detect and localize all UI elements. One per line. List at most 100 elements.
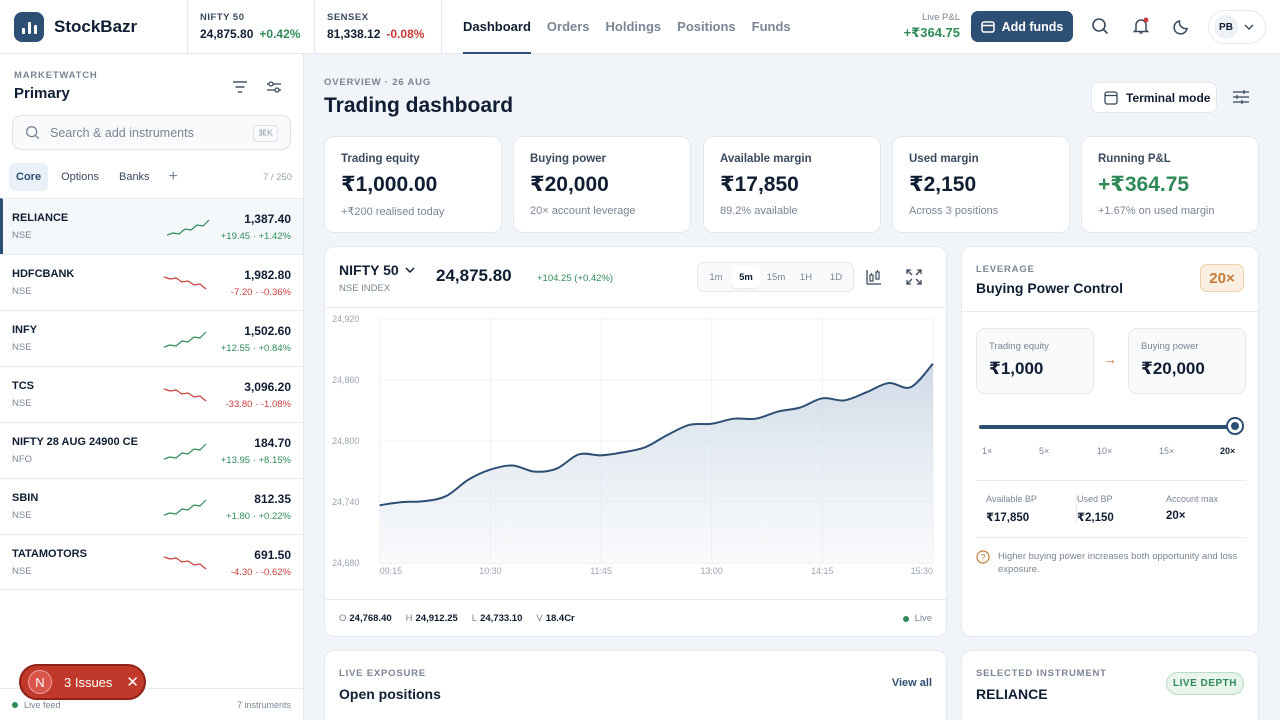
tab-banks[interactable]: Banks: [112, 163, 157, 191]
watchlist: RELIANCE NSE 1,387.40 +19.45 · +1.42% HDFCBA…: [0, 198, 303, 590]
brand[interactable]: StockBazr: [0, 0, 188, 54]
nav-positions[interactable]: Positions: [677, 0, 736, 54]
index-sensex[interactable]: SENSEX 81,338.12 -0.08%: [315, 0, 442, 54]
lev-1x[interactable]: 1×: [982, 446, 992, 456]
selected-label: SELECTED INSTRUMENT: [976, 668, 1107, 679]
tf-5m[interactable]: 5m: [731, 266, 761, 288]
tf-1h[interactable]: 1H: [791, 266, 821, 288]
lev-15x[interactable]: 15×: [1159, 446, 1174, 456]
issues-toast[interactable]: N 3 Issues ✕: [19, 664, 146, 700]
logo-icon: [14, 11, 44, 42]
main-nav: Dashboard Orders Holdings Positions Fund…: [463, 0, 807, 54]
watchlist-row[interactable]: SBIN NSE 812.35 +1.80 · +0.22%: [0, 478, 303, 534]
card-value: ₹1,000.00: [341, 173, 438, 196]
instrument-change: +13.95 · +8.15%: [220, 455, 291, 466]
lev-20x[interactable]: 20×: [1220, 446, 1235, 456]
search-icon[interactable]: [1089, 15, 1111, 37]
view-all-link[interactable]: View all: [892, 677, 932, 689]
x-tick-label: 10:30: [479, 566, 501, 576]
watchlist-row[interactable]: NIFTY 28 AUG 24900 CE NFO 184.70 +13.95 · +…: [0, 422, 303, 478]
nav-dashboard[interactable]: Dashboard: [463, 0, 531, 54]
tf-15m[interactable]: 15m: [761, 266, 791, 288]
equity-label: Trading equity: [989, 341, 1049, 352]
instrument-exchange: NSE: [12, 566, 32, 577]
power-label: Buying power: [1141, 341, 1199, 352]
card-sub: 89.2% available: [720, 205, 798, 217]
selected-instrument-panel: SELECTED INSTRUMENT RELIANCE LIVE DEPTH: [961, 650, 1259, 720]
card-used-margin[interactable]: Used margin ₹2,150 Across 3 positions: [892, 136, 1070, 233]
stat-account-max: Account max 20×: [1166, 494, 1219, 522]
tf-1m[interactable]: 1m: [701, 266, 731, 288]
card-label: Running P&L: [1098, 153, 1171, 165]
watchlist-row[interactable]: RELIANCE NSE 1,387.40 +19.45 · +1.42%: [0, 198, 303, 254]
power-value: ₹20,000: [1141, 359, 1205, 378]
instrument-exchange: NSE: [12, 342, 32, 353]
card-value: ₹20,000: [530, 173, 609, 196]
watchlist-row[interactable]: HDFCBANK NSE 1,982.80 -7.20 · -0.36%: [0, 254, 303, 310]
instrument-symbol: TATAMOTORS: [12, 548, 87, 560]
customize-icon[interactable]: [1232, 89, 1250, 105]
card-sub: +₹200 realised today: [341, 206, 445, 218]
card-label: Trading equity: [341, 153, 420, 165]
card-value: +₹364.75: [1098, 173, 1190, 196]
instrument-exchange: NSE: [12, 398, 32, 409]
card-label: Available margin: [720, 153, 812, 165]
watchlist-tabs: Core Options Banks +: [9, 163, 190, 191]
add-tab-icon[interactable]: +: [163, 164, 184, 190]
instrument-exchange: NSE: [12, 230, 32, 241]
x-tick-label: 14:15: [811, 566, 833, 576]
card-label: Used margin: [909, 153, 979, 165]
index-name: NIFTY 50: [200, 11, 245, 23]
card-trading-equity[interactable]: Trading equity ₹1,000.00 +₹200 realised …: [324, 136, 502, 233]
x-tick-label: 15:30: [911, 566, 933, 576]
watchlist-row[interactable]: TCS NSE 3,096.20 -33.80 · -1.08%: [0, 366, 303, 422]
y-tick-label: 24,860: [332, 375, 359, 385]
terminal-icon: [1104, 90, 1118, 105]
expand-icon[interactable]: [905, 268, 923, 286]
chart-symbol-select[interactable]: NIFTY 50: [339, 262, 415, 278]
card-running-pl[interactable]: Running P&L +₹364.75 +1.67% on used marg…: [1081, 136, 1259, 233]
instrument-symbol: TCS: [12, 380, 34, 392]
sparkline: [164, 556, 207, 570]
card-available-margin[interactable]: Available margin ₹17,850 89.2% available: [703, 136, 881, 233]
nav-funds[interactable]: Funds: [752, 0, 791, 54]
watchlist-row[interactable]: INFY NSE 1,502.60 +12.55 · +0.84%: [0, 310, 303, 366]
card-buying-power[interactable]: Buying power ₹20,000 20× account leverag…: [513, 136, 691, 233]
close-icon[interactable]: ✕: [126, 673, 139, 691]
instrument-search[interactable]: Search & add instruments ⌘K: [12, 115, 291, 150]
nav-holdings[interactable]: Holdings: [606, 0, 662, 54]
bell-icon[interactable]: [1130, 15, 1152, 37]
card-label: Buying power: [530, 153, 607, 165]
terminal-mode-button[interactable]: Terminal mode: [1091, 82, 1217, 113]
nav-orders[interactable]: Orders: [547, 0, 590, 54]
instrument-count: 7 / 250: [262, 172, 292, 183]
status-dot: [902, 615, 909, 622]
divider: [962, 311, 1258, 312]
add-funds-button[interactable]: Add funds: [971, 11, 1073, 42]
live-pl-label: Live P&L: [921, 12, 960, 23]
tab-options[interactable]: Options: [54, 163, 106, 191]
y-tick-label: 24,740: [332, 497, 359, 507]
instrument-change: -33.80 · -1.08%: [225, 399, 291, 410]
lev-5x[interactable]: 5×: [1039, 446, 1049, 456]
live-depth-badge[interactable]: LIVE DEPTH: [1166, 672, 1244, 695]
leverage-slider-track[interactable]: [979, 425, 1234, 429]
user-menu[interactable]: PB: [1208, 10, 1266, 44]
settings-sliders-icon[interactable]: [266, 80, 282, 94]
leverage-slider-handle[interactable]: [1226, 417, 1244, 435]
price-chart[interactable]: 24,920 24,860 24,800 24,740 24,680 09:15 10:30…: [325, 307, 946, 600]
moon-icon[interactable]: [1171, 15, 1193, 37]
tf-1d[interactable]: 1D: [821, 266, 851, 288]
shortcut-hint: ⌘K: [252, 125, 278, 142]
tab-core[interactable]: Core: [9, 163, 49, 191]
lev-10x[interactable]: 10×: [1097, 446, 1112, 456]
filter-icon[interactable]: [232, 80, 248, 94]
chart-symbol: NIFTY 50: [339, 262, 399, 278]
watchlist-row[interactable]: TATAMOTORS NSE 691.50 -4.30 · -0.62%: [0, 534, 303, 590]
instrument-total: 7 instruments: [236, 700, 291, 710]
leverage-label: LEVERAGE: [976, 264, 1035, 275]
candlestick-icon[interactable]: [865, 268, 883, 286]
positions-label: LIVE EXPOSURE: [339, 668, 426, 679]
status-dot: [12, 702, 18, 708]
index-nifty[interactable]: NIFTY 50 24,875.80 +0.42%: [188, 0, 315, 54]
